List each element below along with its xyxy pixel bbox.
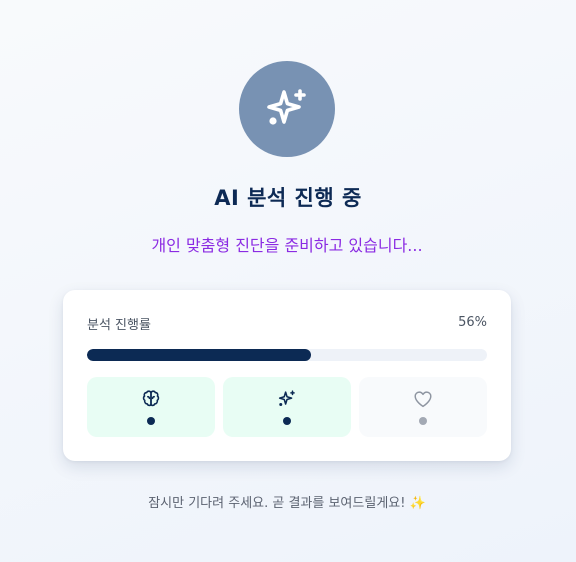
- step-personalize: [223, 377, 351, 437]
- progress-percent: 56%: [458, 315, 487, 330]
- step-analysis: [87, 377, 215, 437]
- progress-label: 분석 진행률: [87, 318, 151, 333]
- step-status-dot: [147, 417, 155, 425]
- sparkles-icon: [267, 89, 306, 125]
- progress-card: 분석 진행률 56%: [63, 290, 511, 461]
- footer-message: 잠시만 기다려 주세요. 곧 결과를 보여드릴게요! ✨: [148, 496, 426, 511]
- progress-bar: [87, 349, 487, 361]
- brain-icon: [142, 390, 160, 407]
- step-status-dot: [419, 417, 427, 425]
- sparkles-icon: [278, 390, 295, 407]
- page-subtitle: 개인 맞춤형 진단을 준비하고 있습니다...: [151, 236, 423, 255]
- page-title: AI 분석 진행 중: [214, 186, 362, 210]
- step-result: [359, 377, 487, 437]
- step-status-dot: [283, 417, 291, 425]
- heart-icon: [414, 391, 432, 408]
- progress-bar-fill: [87, 349, 311, 361]
- hero-badge: [239, 61, 335, 157]
